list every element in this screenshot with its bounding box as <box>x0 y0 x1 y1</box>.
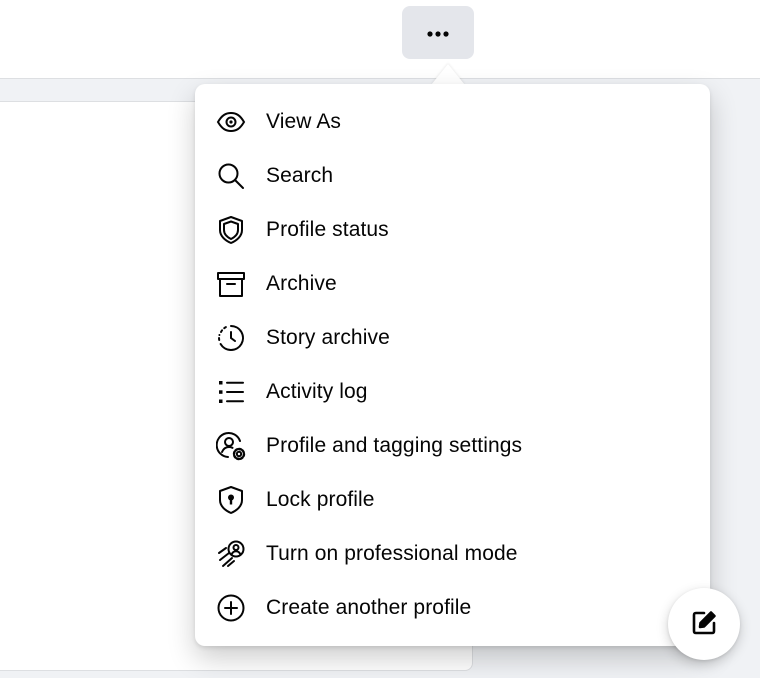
compose-icon <box>689 608 719 641</box>
menu-item-lock-profile[interactable]: Lock profile <box>195 473 710 527</box>
menu-list: View As Search Profile status Archive St… <box>195 84 710 635</box>
more-options-button[interactable] <box>402 6 474 59</box>
eye-icon <box>215 106 247 138</box>
archive-box-icon <box>215 268 247 300</box>
top-bar <box>0 0 760 79</box>
menu-item-label: Turn on professional mode <box>266 542 518 565</box>
menu-item-label: Story archive <box>266 326 390 349</box>
menu-item-label: View As <box>266 110 342 133</box>
profile-options-menu: View As Search Profile status Archive St… <box>195 84 710 646</box>
menu-item-profile-tagging-settings[interactable]: Profile and tagging settings <box>195 419 710 473</box>
menu-item-label: Lock profile <box>266 488 375 511</box>
menu-item-view-as[interactable]: View As <box>195 95 710 149</box>
menu-item-search[interactable]: Search <box>195 149 710 203</box>
new-message-button[interactable] <box>668 588 740 660</box>
shield-icon <box>215 214 247 246</box>
menu-item-label: Search <box>266 164 334 187</box>
menu-item-archive[interactable]: Archive <box>195 257 710 311</box>
menu-item-profile-status[interactable]: Profile status <box>195 203 710 257</box>
menu-item-activity-log[interactable]: Activity log <box>195 365 710 419</box>
user-gear-icon <box>215 430 247 462</box>
menu-item-label: Profile and tagging settings <box>266 434 523 457</box>
menu-item-create-profile[interactable]: Create another profile <box>195 581 710 635</box>
professional-mode-icon <box>215 538 247 570</box>
more-horizontal-icon <box>427 25 449 40</box>
menu-caret <box>431 64 465 85</box>
lock-shield-icon <box>215 484 247 516</box>
menu-item-story-archive[interactable]: Story archive <box>195 311 710 365</box>
menu-item-label: Create another profile <box>266 596 472 619</box>
menu-item-label: Activity log <box>266 380 368 403</box>
search-icon <box>215 160 247 192</box>
menu-item-label: Profile status <box>266 218 389 241</box>
story-clock-icon <box>215 322 247 354</box>
menu-item-professional-mode[interactable]: Turn on professional mode <box>195 527 710 581</box>
plus-circle-icon <box>215 592 247 624</box>
menu-item-label: Archive <box>266 272 337 295</box>
list-icon <box>215 376 247 408</box>
